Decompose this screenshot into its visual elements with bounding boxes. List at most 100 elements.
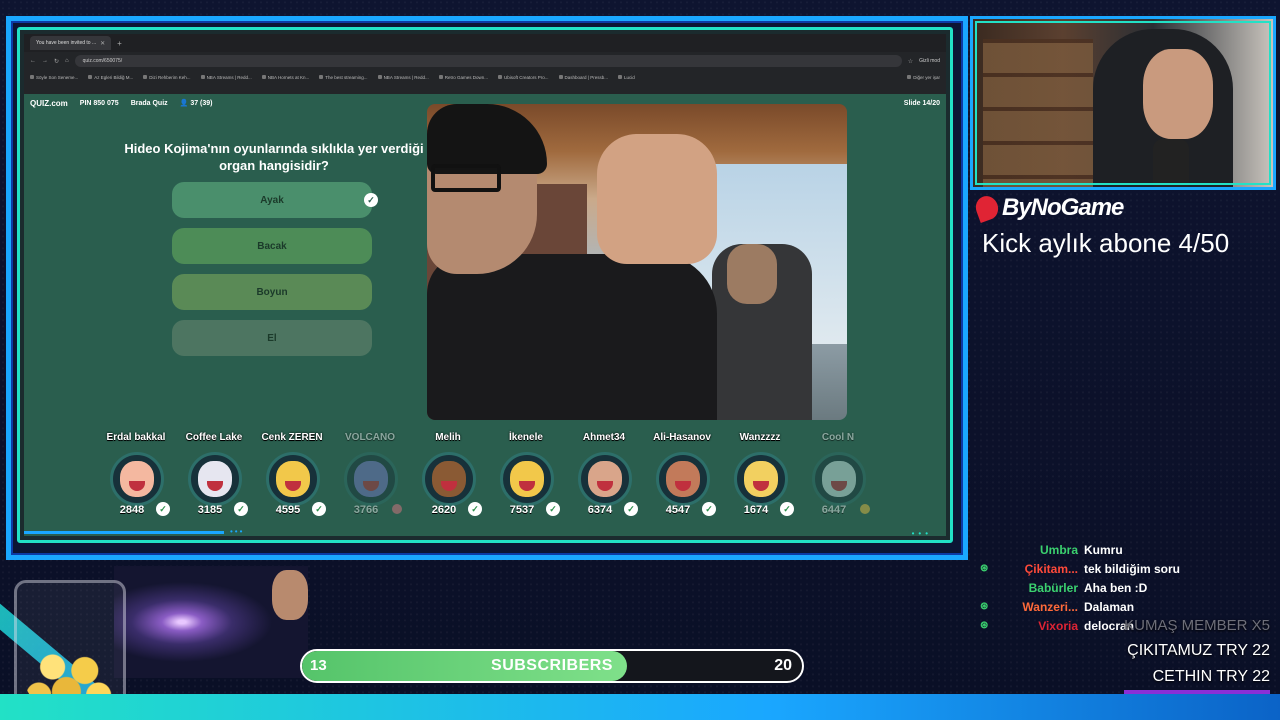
address-bar-row: ← → ↻ ⌂ quiz.com/650075/ ☆ Gizli mod xyxy=(24,52,946,70)
player-card: Melih 2620 ✓ xyxy=(412,430,484,520)
question-text: Hideo Kojima'nın oyunlarında sıklıkla ye… xyxy=(124,141,424,173)
chat-username[interactable]: Wanzeri... xyxy=(994,600,1084,614)
star-icon[interactable]: ☆ xyxy=(908,58,913,65)
brand-name: ByNoGame xyxy=(1002,194,1124,221)
player-score: 6374 xyxy=(587,504,613,516)
reload-icon[interactable]: ↻ xyxy=(54,58,59,65)
slide-counter: Slide 14/20 xyxy=(903,99,940,107)
event-entry: CETHIN TRY 22 xyxy=(1152,668,1270,685)
bookmark-item[interactable]: Lucid xyxy=(618,75,635,80)
bookmarks-bar: Söyle Son Seneme... Az Egleri Bildiğ M...… xyxy=(24,70,946,84)
player-card: Ali-Hasanov 4547 ✓ xyxy=(646,430,718,520)
bookmark-item[interactable]: Ubisoft Creators Pro... xyxy=(498,75,549,80)
player-name: Coffee Lake xyxy=(185,432,243,443)
answer-label: El xyxy=(267,332,277,344)
player-score: 4595 xyxy=(275,504,301,516)
incognito-label[interactable]: Gizli mod xyxy=(919,58,940,64)
kick-sub-goal: Kick aylık abone 4/50 xyxy=(982,228,1230,258)
avatar-face xyxy=(588,461,622,497)
player-score: 6447 xyxy=(821,504,847,516)
check-icon: ✓ xyxy=(468,502,482,516)
bookmark-item[interactable]: NBA Streams | Redd... xyxy=(201,75,252,80)
chat-username[interactable]: Çikitam... xyxy=(994,562,1084,576)
avatar xyxy=(578,452,632,506)
bookmark-item[interactable]: Dashboard | Pressb... xyxy=(559,75,608,80)
answer-list: Ayak ✓ Bacak Boyun El xyxy=(172,182,378,366)
player-name: Cool N xyxy=(821,432,855,443)
answer-option[interactable]: Bacak xyxy=(172,228,372,264)
answer-option[interactable]: Boyun xyxy=(172,274,372,310)
browser-tab[interactable]: You have been invited to ... ✕ xyxy=(30,36,112,50)
chat-username[interactable]: Vixoria xyxy=(994,619,1084,633)
check-icon: ✓ xyxy=(312,502,326,516)
close-icon[interactable]: ✕ xyxy=(100,40,105,47)
chat-message: Babürler Aha ben :D xyxy=(980,578,1280,597)
player-card: Coffee Lake 3185 ✓ xyxy=(178,430,250,520)
brand: ByNoGame xyxy=(972,192,1124,224)
player-card: Cenk ZEREN 4595 ✓ xyxy=(256,430,328,520)
bookmark-item[interactable]: NBA Streams | Redd... xyxy=(378,75,429,80)
chat-text: Kumru xyxy=(1084,542,1123,557)
quiz-page: QUIZ.com PIN 850 075 Brada Quiz 👤 37 (39… xyxy=(24,94,946,536)
image-figure-head xyxy=(727,244,777,304)
check-icon: ✓ xyxy=(780,502,794,516)
player-card: Cool N 6447 xyxy=(802,430,874,520)
player-card: VOLCANO 3766 xyxy=(334,430,406,520)
other-bookmarks[interactable]: Diğer yer işar xyxy=(907,75,940,80)
check-icon: ✓ xyxy=(156,502,170,516)
avatar xyxy=(500,452,554,506)
url-field[interactable]: quiz.com/650075/ xyxy=(74,55,902,67)
chat-username[interactable]: Umbra xyxy=(994,543,1084,557)
bookmark-item[interactable]: Retro Games Down... xyxy=(439,75,488,80)
answer-label: Boyun xyxy=(256,286,288,298)
screen-capture-frame: You have been invited to ... ✕ + ← → ↻ ⌂… xyxy=(6,16,968,560)
avatar-face xyxy=(354,461,388,497)
avatar-face xyxy=(666,461,700,497)
forward-icon[interactable]: → xyxy=(42,58,48,64)
bookmark-item[interactable]: NBA Hornets at Kn... xyxy=(262,75,310,80)
screen-capture: You have been invited to ... ✕ + ← → ↻ ⌂… xyxy=(17,27,953,543)
avatar-face xyxy=(822,461,856,497)
decor-dots: ••• xyxy=(911,529,932,538)
mini-cam-face xyxy=(272,570,308,620)
bookmark-item[interactable]: Dizi Rehberim Keh... xyxy=(143,75,190,80)
brand-logo-icon xyxy=(972,192,1002,224)
answer-option[interactable]: Ayak ✓ xyxy=(172,182,378,218)
person-icon: 👤 xyxy=(179,100,189,107)
answer-option[interactable]: El xyxy=(172,320,372,356)
avatar-face xyxy=(744,461,778,497)
home-icon[interactable]: ⌂ xyxy=(65,58,69,64)
player-score: 2848 xyxy=(119,504,145,516)
player-name: Melih xyxy=(435,432,461,443)
bookmark-item[interactable]: Söyle Son Seneme... xyxy=(30,75,78,80)
bookmark-item[interactable]: The best streaming... xyxy=(319,75,367,80)
decor-dots: ••• xyxy=(230,527,245,536)
avatar xyxy=(812,452,866,506)
chat-username[interactable]: Babürler xyxy=(994,581,1084,595)
event-entry: KUMAŞ MEMBER X5 xyxy=(1124,617,1270,634)
quiz-logo[interactable]: QUIZ.com xyxy=(30,99,68,108)
player-score: 1674 xyxy=(743,504,769,516)
back-icon[interactable]: ← xyxy=(30,58,36,64)
player-name: Wanzzzz xyxy=(739,432,781,443)
event-entry: ÇIKITAMUZ TRY 22 xyxy=(1127,642,1270,659)
chat-text: tek bildiğim soru xyxy=(1084,561,1181,576)
new-tab-icon[interactable]: + xyxy=(117,39,122,48)
avatar-face xyxy=(198,461,232,497)
player-list: Erdal bakkal 2848 ✓ Coffee Lake 3185 ✓ Cenk ZE… xyxy=(100,430,880,520)
image-person-hand xyxy=(597,134,717,264)
player-card: Ahmet34 6374 ✓ xyxy=(568,430,640,520)
bookmark-item[interactable]: Az Egleri Bildiğ M... xyxy=(88,75,133,80)
avatar xyxy=(734,452,788,506)
subscriber-goal: 20 xyxy=(774,657,792,674)
browser-window: You have been invited to ... ✕ + ← → ↻ ⌂… xyxy=(24,34,946,94)
avatar xyxy=(422,452,476,506)
player-name: Ali-Hasanov xyxy=(653,432,711,443)
avatar xyxy=(266,452,320,506)
player-name: İkenele xyxy=(509,432,543,443)
stream-overlay: You have been invited to ... ✕ + ← → ↻ ⌂… xyxy=(0,0,1280,720)
player-score: 3766 xyxy=(353,504,379,516)
check-icon: ✓ xyxy=(364,193,378,207)
avatar xyxy=(656,452,710,506)
player-card: Wanzzzz 1674 ✓ xyxy=(724,430,796,520)
